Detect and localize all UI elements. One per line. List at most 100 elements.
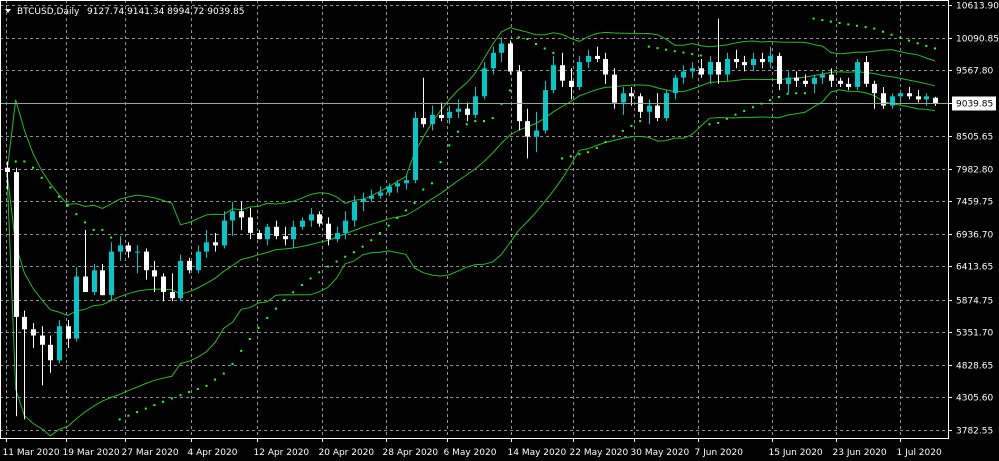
candle-body	[222, 220, 227, 246]
y-tick-label: 5874.75	[956, 297, 993, 307]
price-badge: 9039.85	[952, 96, 996, 111]
candle-body	[317, 214, 322, 224]
psar-dot	[387, 224, 390, 227]
y-tick-label: 10613.90	[956, 2, 999, 12]
y-tick-label: 4305.60	[956, 394, 993, 404]
psar-dot	[578, 153, 581, 156]
psar-dot	[908, 39, 910, 42]
candle-body	[586, 55, 591, 63]
candle-body	[725, 59, 730, 75]
psar-dot	[604, 141, 607, 143]
candle-body	[777, 55, 782, 84]
candle-body	[673, 77, 678, 94]
psar-dot	[769, 99, 772, 102]
symbol-label: BTCUSD,Daily	[17, 7, 80, 17]
candle-body	[326, 223, 331, 240]
psar-dot	[899, 36, 902, 39]
psar-dot	[734, 113, 737, 116]
candle-body	[612, 74, 617, 103]
price-chart[interactable]: 10613.90 10090.85 9567.80 9039.85 8505.65 798…	[0, 0, 999, 461]
candle-body	[239, 211, 244, 218]
candle-body	[291, 226, 296, 240]
psar-dot	[405, 209, 407, 212]
psar-dot	[309, 277, 312, 280]
y-tick-label: 7459.75	[956, 198, 993, 208]
psar-dot	[335, 260, 338, 263]
candle-body	[595, 55, 600, 59]
candle-body	[855, 62, 860, 87]
candle-body	[638, 96, 643, 112]
psar-dot	[214, 378, 217, 381]
psar-dot	[561, 157, 564, 160]
psar-dot	[361, 245, 364, 248]
candle-body	[196, 251, 201, 271]
psar-dot	[639, 120, 642, 123]
x-tick-label: 4 Apr 2020	[188, 448, 238, 458]
candle-body	[491, 52, 496, 69]
psar-dot	[352, 251, 355, 254]
psar-dot	[422, 188, 425, 191]
candle-body	[74, 276, 79, 339]
candle-body	[57, 326, 62, 361]
psar-dot	[58, 195, 60, 198]
psar-dot	[717, 121, 720, 124]
candle-body	[170, 292, 175, 299]
candle-body	[794, 77, 799, 81]
psar-dot	[656, 47, 659, 50]
psar-dot	[75, 213, 78, 216]
candle-body	[681, 71, 686, 78]
candle-body	[482, 68, 487, 97]
candle-body	[144, 251, 149, 271]
candle-body	[699, 68, 704, 75]
candle-body	[872, 83, 877, 94]
psar-dot	[413, 202, 416, 205]
x-tick-label: 20 Apr 2020	[319, 448, 375, 458]
x-tick-label: 14 May 2020	[508, 448, 567, 458]
psar-dot	[517, 36, 520, 39]
candle-body	[820, 74, 825, 78]
candle-body	[525, 121, 530, 137]
candle-body	[734, 59, 739, 63]
psar-dot	[326, 265, 329, 268]
candle-body	[907, 93, 912, 97]
candle-body	[708, 62, 713, 75]
candle-body	[257, 233, 262, 240]
psar-dot	[179, 394, 182, 397]
psar-dot	[873, 27, 876, 30]
candle-body	[655, 105, 660, 118]
candle-body	[413, 118, 418, 181]
ohlc-values: 9127.74 9141.34 8994.72 9039.85	[87, 7, 244, 17]
psar-dot	[431, 182, 433, 185]
psar-dot	[838, 22, 841, 24]
x-tick-label: 7 Jun 2020	[695, 448, 744, 458]
candle-body	[864, 62, 869, 84]
y-tick-label: 6936.70	[956, 231, 993, 241]
candle-body	[664, 93, 669, 119]
x-tick-label: 11 Mar 2020	[3, 448, 60, 458]
candle-body	[31, 329, 36, 336]
psar-dot	[795, 92, 798, 95]
y-tick-label: 5351.70	[956, 329, 993, 339]
candle-body	[283, 236, 288, 240]
candle-body	[109, 251, 114, 296]
psar-dot	[439, 161, 442, 164]
psar-dot	[569, 155, 572, 158]
candle-body	[83, 276, 88, 292]
psar-dot	[396, 217, 399, 219]
candle-body	[890, 96, 895, 106]
candle-body	[5, 167, 10, 172]
candle-body	[118, 245, 123, 252]
psar-dot	[118, 418, 121, 421]
psar-dot	[630, 124, 633, 127]
candle-body	[603, 59, 608, 75]
candle-body	[629, 93, 634, 97]
psar-dot	[248, 338, 251, 340]
psar-dot	[535, 42, 537, 45]
candle-body	[812, 77, 817, 84]
psar-dot	[84, 221, 87, 224]
candle-body	[274, 226, 279, 237]
candle-body	[230, 211, 235, 221]
candle-body	[421, 118, 426, 125]
candle-body	[534, 130, 539, 137]
psar-dot	[205, 384, 208, 387]
